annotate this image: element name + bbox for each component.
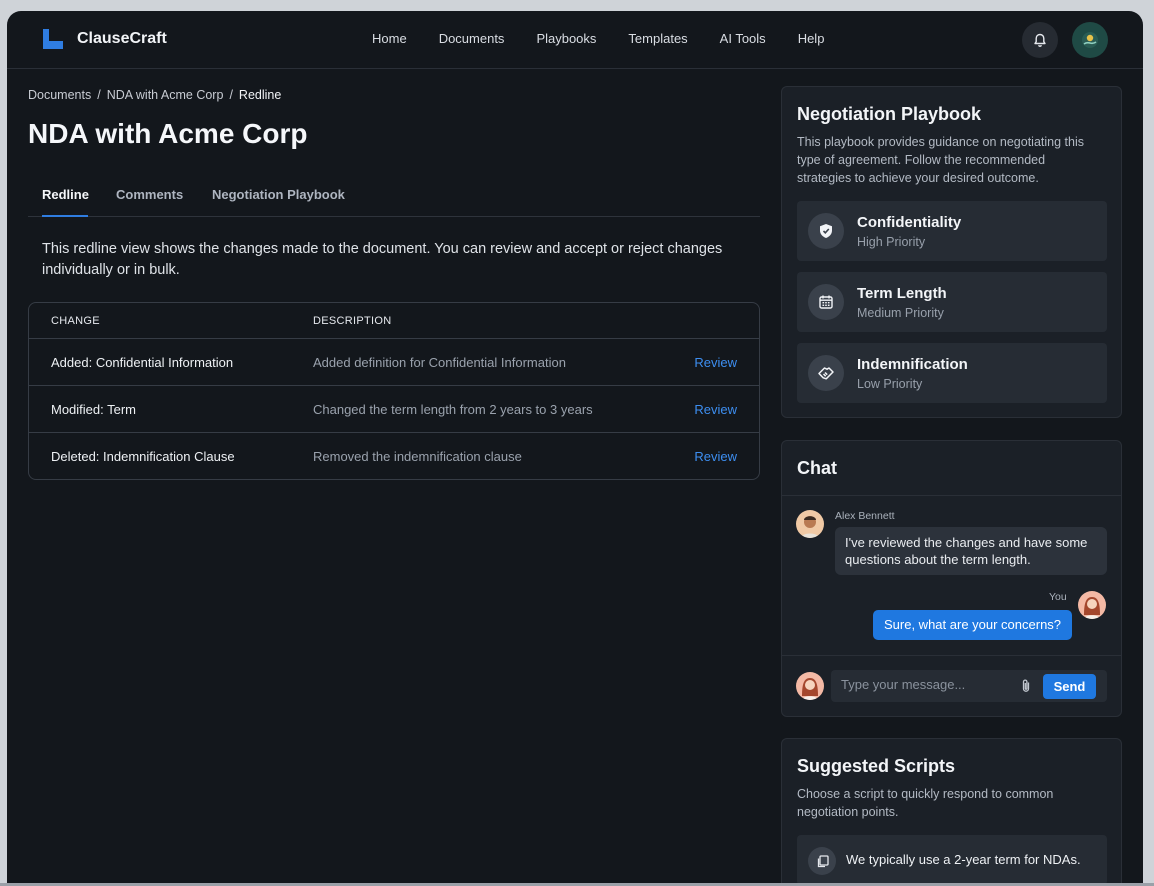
- playbook-item-name: Confidentiality: [857, 214, 962, 231]
- breadcrumb-documents[interactable]: Documents: [28, 88, 91, 102]
- playbook-item-confidentiality[interactable]: Confidentiality High Priority: [797, 201, 1107, 261]
- review-link[interactable]: Review: [694, 402, 737, 417]
- active-tab-indicator: [42, 215, 88, 217]
- chat-card: Chat Alex Bennett I've reviewed the chan…: [781, 440, 1122, 717]
- message-input[interactable]: [841, 677, 1011, 692]
- playbook-item-priority: Medium Priority: [857, 306, 944, 320]
- message-bubble-incoming: I've reviewed the changes and have some …: [835, 527, 1107, 575]
- bell-icon: [1034, 33, 1046, 47]
- divider: [782, 655, 1121, 656]
- table-row: Added: Confidential Information Added de…: [29, 339, 759, 386]
- message-composer: Send: [831, 670, 1107, 702]
- negotiation-playbook-card: Negotiation Playbook This playbook provi…: [781, 86, 1122, 418]
- nav-templates[interactable]: Templates: [628, 31, 687, 46]
- playbook-item-indemnification[interactable]: Indemnification Low Priority: [797, 343, 1107, 403]
- table-row: Modified: Term Changed the term length f…: [29, 386, 759, 433]
- playbook-item-name: Term Length: [857, 285, 947, 302]
- document-tabs: Redline Comments Negotiation Playbook: [28, 181, 760, 217]
- message-bubble-outgoing: Sure, what are your concerns?: [873, 610, 1073, 640]
- user-avatar-button[interactable]: [1072, 22, 1108, 58]
- description-cell: Added definition for Confidential Inform…: [313, 355, 566, 370]
- description-cell: Changed the term length from 2 years to …: [313, 402, 593, 417]
- column-header-change: CHANGE: [51, 315, 100, 327]
- send-button[interactable]: Send: [1043, 674, 1096, 699]
- redline-intro-text: This redline view shows the changes made…: [42, 241, 723, 278]
- app-window: ClauseCraft Home Documents Playbooks Tem…: [7, 11, 1143, 883]
- script-item[interactable]: We typically use a 2-year term for NDAs.: [797, 835, 1107, 883]
- message-author: You: [1049, 591, 1067, 603]
- alex-bennett-avatar: [796, 510, 824, 538]
- breadcrumb-separator: /: [97, 88, 101, 102]
- table-header: CHANGE DESCRIPTION: [29, 303, 759, 339]
- tab-comments[interactable]: Comments: [116, 187, 183, 202]
- shield-icon: [808, 213, 844, 249]
- playbook-title: Negotiation Playbook: [797, 104, 982, 124]
- paperclip-icon[interactable]: [1019, 678, 1033, 694]
- handshake-icon: [808, 355, 844, 391]
- description-cell: Removed the indemnification clause: [313, 449, 522, 464]
- user-avatar: [1082, 32, 1098, 48]
- tab-redline[interactable]: Redline: [42, 187, 89, 202]
- redline-changes-table: CHANGE DESCRIPTION Added: Confidential I…: [28, 302, 760, 480]
- breadcrumb-separator: /: [229, 88, 233, 102]
- message-author: Alex Bennett: [835, 510, 895, 522]
- playbook-description: This playbook provides guidance on negot…: [797, 135, 1084, 185]
- top-navigation-bar: ClauseCraft Home Documents Playbooks Tem…: [7, 11, 1143, 69]
- copy-icon: [808, 847, 836, 875]
- scripts-title: Suggested Scripts: [797, 756, 956, 776]
- divider: [782, 495, 1121, 496]
- playbook-item-name: Indemnification: [857, 356, 968, 373]
- calendar-icon: [808, 284, 844, 320]
- nav-playbooks[interactable]: Playbooks: [536, 31, 596, 46]
- nav-home[interactable]: Home: [372, 31, 407, 46]
- review-link[interactable]: Review: [694, 355, 737, 370]
- table-row: Deleted: Indemnification Clause Removed …: [29, 433, 759, 479]
- nav-ai-tools[interactable]: AI Tools: [720, 31, 766, 46]
- script-text: We typically use a 2-year term for NDAs.: [846, 852, 1081, 867]
- breadcrumb-nda[interactable]: NDA with Acme Corp: [107, 88, 224, 102]
- playbook-item-priority: Low Priority: [857, 377, 923, 391]
- change-cell: Modified: Term: [51, 402, 137, 417]
- brand[interactable]: ClauseCraft: [43, 29, 167, 49]
- nav-help[interactable]: Help: [798, 31, 825, 46]
- brand-name: ClauseCraft: [77, 30, 167, 47]
- suggested-scripts-card: Suggested Scripts Choose a script to qui…: [781, 738, 1122, 883]
- notifications-button[interactable]: [1022, 22, 1058, 58]
- main-nav: Home Documents Playbooks Templates AI To…: [372, 31, 856, 46]
- nav-documents[interactable]: Documents: [439, 31, 505, 46]
- composer-avatar: [796, 672, 824, 700]
- change-cell: Added: Confidential Information: [51, 355, 234, 370]
- column-header-description: DESCRIPTION: [313, 315, 392, 327]
- breadcrumb: Documents / NDA with Acme Corp / Redline: [28, 88, 281, 102]
- clausecraft-logo-icon: [43, 29, 63, 49]
- playbook-item-priority: High Priority: [857, 235, 926, 249]
- review-link[interactable]: Review: [694, 449, 737, 464]
- tab-negotiation-playbook[interactable]: Negotiation Playbook: [212, 187, 345, 202]
- chat-title: Chat: [797, 458, 837, 478]
- user-avatar: [1078, 591, 1106, 619]
- page-title: NDA with Acme Corp: [28, 118, 308, 149]
- playbook-item-term-length[interactable]: Term Length Medium Priority: [797, 272, 1107, 332]
- breadcrumb-current: Redline: [238, 88, 282, 102]
- change-cell: Deleted: Indemnification Clause: [51, 449, 235, 464]
- scripts-description: Choose a script to quickly respond to co…: [797, 787, 1054, 819]
